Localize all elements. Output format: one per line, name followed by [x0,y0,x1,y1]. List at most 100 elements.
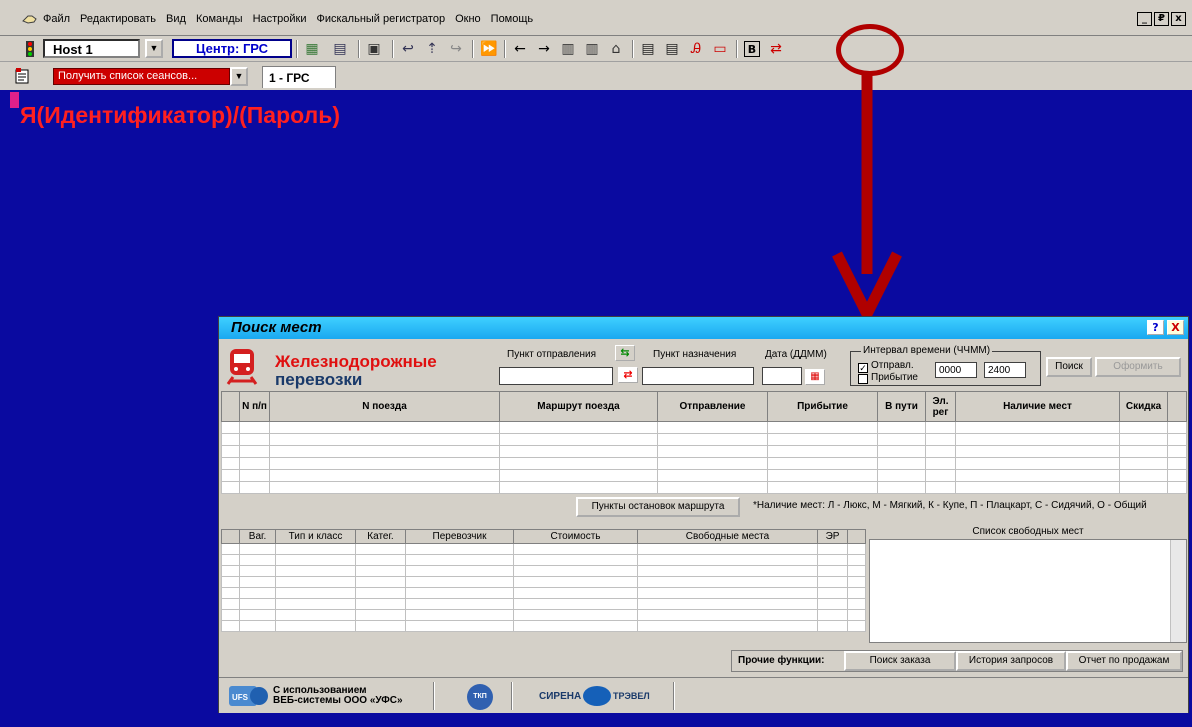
date-input[interactable] [762,367,802,385]
host-dropdown-button[interactable]: ▼ [145,39,163,58]
form-2-icon[interactable]: ▤ [664,41,680,57]
building-icon[interactable]: ⌂ [608,41,624,57]
return-icon[interactable]: ↩ [400,41,416,57]
col-free-seats[interactable]: Свободные места [637,529,818,544]
swap-icon[interactable]: ⇄ [768,41,784,57]
sales-report-button[interactable]: Отчет по продажам [1066,651,1182,671]
other-functions-label: Прочие функции: [738,655,825,666]
swap-stations-icon[interactable]: ⇆ [615,345,635,361]
clipboard-icon[interactable]: ▤ [332,41,348,57]
free-seats-list[interactable] [869,539,1187,643]
time-from-input[interactable]: 0000 [935,362,977,378]
sessions-dropdown[interactable]: Получить список сеансов... [53,68,230,85]
col-type-class[interactable]: Тип и класс [275,529,356,544]
menu-edit[interactable]: Редактировать [80,13,156,25]
destination-input[interactable] [642,367,754,385]
card-icon[interactable]: ▭ [712,41,728,57]
footer-separator [433,682,435,710]
col-carrier[interactable]: Перевозчик [405,529,514,544]
minimize-button[interactable]: _ [1137,12,1152,26]
col-availability[interactable]: Наличие мест [955,391,1120,422]
departure-input[interactable] [499,367,613,385]
stops-row: Пункты остановок маршрута *Наличие мест:… [219,495,1188,518]
brand-line-1: Железнодорожные [275,352,437,371]
center-field[interactable]: Центр: ГРС [172,39,292,58]
form-1-icon[interactable]: ▤ [640,41,656,57]
col-arrival[interactable]: Прибытие [767,391,878,422]
col-travel-time[interactable]: В пути [877,391,926,422]
col-car[interactable]: Ваг. [239,529,276,544]
table-row[interactable] [221,576,866,588]
col-discount[interactable]: Скидка [1119,391,1168,422]
fast-forward-icon[interactable]: ⏩ [480,41,497,57]
table-row[interactable] [221,433,1187,446]
col-category[interactable]: Катег. [355,529,406,544]
upload-icon[interactable]: ⇡ [424,41,440,57]
table-row[interactable] [221,469,1187,482]
table-row[interactable] [221,587,866,599]
calendar-icon[interactable]: ▦ [805,369,825,385]
col-number[interactable]: N п/п [239,391,270,422]
arrival-checkbox[interactable] [858,374,868,384]
table-row[interactable] [221,421,1187,434]
tab-grs[interactable]: 1 - ГРС [262,66,336,88]
sessions-dropdown-button[interactable]: ▼ [230,67,248,86]
table-row[interactable] [221,445,1187,458]
table-right-icon[interactable]: ▥ [584,41,600,57]
b-icon[interactable]: B [744,41,760,57]
free-seats-title: Список свободных мест [972,526,1084,537]
help-button[interactable]: ? [1147,320,1164,335]
host-field[interactable]: Host 1 [43,39,140,58]
menu-help[interactable]: Помощь [491,13,534,25]
free-seats-scrollbar[interactable] [1170,540,1186,642]
close-button[interactable]: x [1171,12,1186,26]
table-row[interactable] [221,620,866,632]
notepad-icon[interactable] [14,68,30,84]
col-departure[interactable]: Отправление [657,391,768,422]
time-to-input[interactable]: 2400 [984,362,1026,378]
col-cost[interactable]: Стоимость [513,529,638,544]
table-left-icon[interactable]: ▥ [560,41,576,57]
col-er[interactable]: ЭР [817,529,848,544]
main-toolbar: Host 1 ▼ Центр: ГРС ▦ ▤ ▣ ↩ ⇡ ↪ ⏩ ← → ▥ … [0,36,1192,93]
request-history-button[interactable]: История запросов [956,651,1066,671]
table-row[interactable] [221,543,866,555]
redo-icon[interactable]: ↪ [448,41,464,57]
col-route[interactable]: Маршрут поезда [499,391,658,422]
destination-label: Пункт назначения [653,349,737,360]
restore-button[interactable]: ₽ [1154,12,1169,26]
order-button[interactable]: Оформить [1095,357,1181,377]
table-row[interactable] [221,609,866,621]
cars-col-end [847,529,866,544]
menu-window[interactable]: Окно [455,13,481,25]
map-icon[interactable]: ▦ [304,41,320,57]
menu-fiscal[interactable]: Фискальный регистратор [317,13,446,25]
arrow-left-icon[interactable]: ← [512,41,528,57]
traffic-light-icon[interactable] [22,41,38,57]
toolbar-separator [296,40,298,58]
table-row[interactable] [221,481,1187,494]
menu-settings[interactable]: Настройки [253,13,307,25]
col-e-reg[interactable]: Эл. рег [925,391,956,422]
arrow-right-icon[interactable]: → [536,41,552,57]
departure-checkbox[interactable]: ✓ [858,363,868,373]
sirena-logo-text: СИРЕНА [539,691,582,702]
session-toolbar: Получить список сеансов... ▼ 1 - ГРС [0,62,1192,90]
table-row[interactable] [221,554,866,566]
cars-col-spacer [221,529,240,544]
spell-icon[interactable]: Ꭿ [688,41,704,57]
menu-commands[interactable]: Команды [196,13,243,25]
dialog-close-button[interactable]: X [1167,320,1184,335]
table-row[interactable] [221,457,1187,470]
col-train-number[interactable]: N поезда [269,391,500,422]
search-button[interactable]: Поиск [1046,357,1092,377]
find-order-button[interactable]: Поиск заказа [844,651,956,671]
table-row[interactable] [221,565,866,577]
reverse-direction-icon[interactable]: ⇄ [618,367,638,383]
route-stops-button[interactable]: Пункты остановок маршрута [576,497,740,517]
document-icon[interactable]: ▣ [366,41,382,57]
toolbar-separator [392,40,394,58]
menu-view[interactable]: Вид [166,13,186,25]
menu-file[interactable]: Файл [43,13,70,25]
table-row[interactable] [221,598,866,610]
